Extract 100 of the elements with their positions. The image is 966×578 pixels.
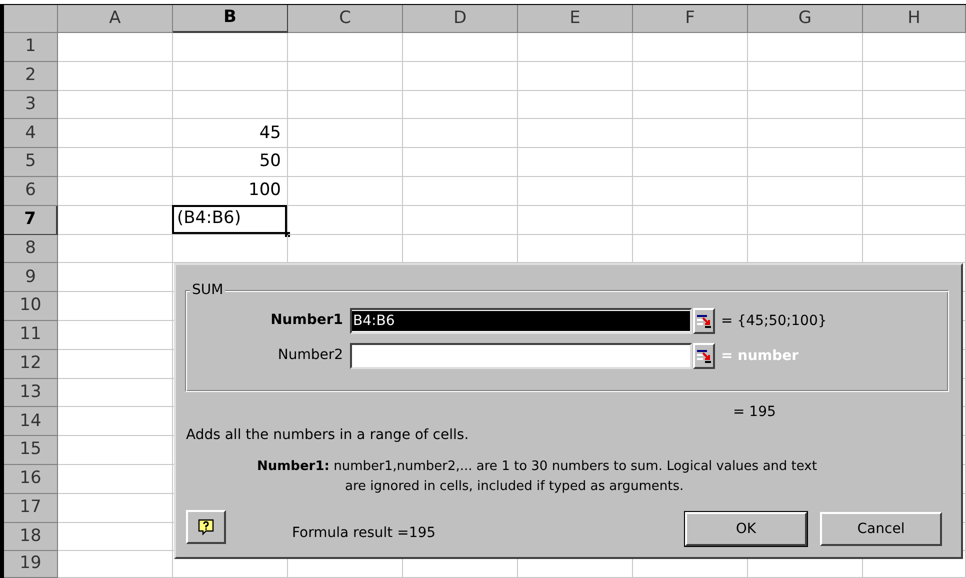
table-cell[interactable] — [863, 176, 966, 206]
row-header[interactable]: 15 — [4, 436, 58, 465]
table-cell[interactable] — [58, 320, 173, 350]
table-cell[interactable] — [518, 33, 633, 62]
table-cell[interactable] — [288, 62, 403, 91]
table-cell[interactable] — [863, 62, 966, 91]
row-header[interactable]: 1 — [4, 33, 58, 62]
row-header[interactable]: 10 — [4, 292, 58, 321]
row-header[interactable]: 11 — [4, 320, 58, 350]
table-cell[interactable] — [58, 62, 173, 91]
table-cell[interactable] — [633, 206, 748, 235]
argument-field[interactable]: B4:B6 — [350, 308, 692, 334]
table-cell[interactable] — [403, 62, 518, 91]
table-cell[interactable] — [288, 148, 403, 177]
column-header[interactable]: E — [518, 5, 633, 33]
cancel-button[interactable]: Cancel — [820, 512, 942, 546]
row-header[interactable]: 19 — [4, 551, 58, 578]
ok-button[interactable]: OK — [685, 512, 807, 546]
table-cell[interactable] — [58, 551, 173, 578]
table-cell[interactable] — [58, 33, 173, 62]
table-cell[interactable] — [58, 176, 173, 206]
table-cell[interactable] — [748, 33, 863, 62]
table-cell[interactable] — [58, 436, 173, 465]
column-header[interactable]: A — [58, 5, 173, 33]
table-cell[interactable] — [403, 90, 518, 120]
table-cell[interactable] — [403, 33, 518, 62]
table-cell[interactable] — [173, 33, 288, 62]
row-header[interactable]: 17 — [4, 494, 58, 523]
table-cell[interactable] — [518, 119, 633, 148]
table-cell[interactable] — [58, 90, 173, 120]
table-cell[interactable] — [288, 176, 403, 206]
table-cell[interactable]: (B4:B6) — [172, 204, 287, 234]
table-cell[interactable] — [58, 148, 173, 177]
table-cell[interactable] — [518, 148, 633, 177]
table-cell[interactable] — [748, 176, 863, 206]
help-button[interactable] — [186, 510, 226, 544]
table-cell[interactable] — [633, 33, 748, 62]
table-cell[interactable] — [748, 206, 863, 235]
table-cell[interactable] — [403, 148, 518, 177]
table-cell[interactable] — [173, 62, 288, 91]
table-cell[interactable] — [288, 206, 403, 235]
table-cell[interactable] — [518, 62, 633, 91]
table-cell[interactable] — [58, 234, 173, 264]
table-cell[interactable] — [863, 90, 966, 120]
table-cell[interactable] — [748, 62, 863, 91]
table-cell[interactable] — [863, 33, 966, 62]
select-all-corner[interactable] — [4, 5, 58, 33]
table-cell[interactable] — [518, 90, 633, 120]
row-header[interactable]: 12 — [4, 350, 58, 379]
range-picker-button[interactable] — [693, 308, 715, 334]
table-cell[interactable] — [633, 176, 748, 206]
table-cell[interactable] — [863, 206, 966, 235]
table-cell[interactable] — [403, 119, 518, 148]
row-header[interactable]: 4 — [4, 119, 58, 148]
table-cell[interactable] — [58, 464, 173, 494]
table-cell[interactable] — [58, 494, 173, 523]
column-header[interactable]: F — [633, 5, 748, 33]
range-picker-button[interactable] — [693, 343, 715, 369]
table-cell[interactable]: 45 — [173, 119, 287, 148]
table-cell[interactable] — [748, 90, 863, 120]
column-header[interactable]: D — [403, 5, 518, 33]
row-header[interactable]: 6 — [4, 176, 58, 206]
table-cell[interactable] — [58, 378, 173, 408]
table-cell[interactable] — [518, 176, 633, 206]
row-header[interactable]: 3 — [4, 90, 58, 120]
table-cell[interactable] — [633, 148, 748, 177]
row-header[interactable]: 8 — [4, 234, 58, 264]
row-header[interactable]: 13 — [4, 378, 58, 408]
table-cell[interactable] — [58, 263, 173, 292]
column-header[interactable]: B — [173, 5, 288, 33]
table-cell[interactable] — [748, 119, 863, 148]
row-header[interactable]: 2 — [4, 62, 58, 91]
table-cell[interactable] — [58, 292, 173, 321]
row-header[interactable]: 16 — [4, 464, 58, 494]
table-cell[interactable] — [863, 148, 966, 177]
table-cell[interactable]: 100 — [173, 176, 287, 205]
table-cell[interactable] — [518, 206, 633, 235]
row-header[interactable]: 18 — [4, 522, 58, 552]
table-cell[interactable] — [58, 119, 173, 148]
row-header[interactable]: 9 — [4, 263, 58, 292]
argument-field[interactable] — [350, 343, 692, 369]
table-cell[interactable] — [403, 176, 518, 206]
table-cell[interactable] — [58, 350, 173, 379]
table-cell[interactable] — [58, 522, 173, 552]
column-header[interactable]: C — [288, 5, 403, 33]
table-cell[interactable]: 50 — [173, 148, 287, 176]
table-cell[interactable] — [58, 407, 173, 436]
column-header[interactable]: G — [748, 5, 863, 33]
table-cell[interactable] — [863, 119, 966, 148]
table-cell[interactable] — [748, 148, 863, 177]
table-cell[interactable] — [288, 33, 403, 62]
row-header[interactable]: 5 — [4, 148, 58, 177]
table-cell[interactable] — [288, 119, 403, 148]
fill-handle[interactable] — [285, 232, 290, 237]
table-cell[interactable] — [633, 90, 748, 120]
column-header[interactable]: H — [863, 5, 966, 33]
table-cell[interactable] — [633, 62, 748, 91]
table-cell[interactable] — [633, 119, 748, 148]
row-header[interactable]: 14 — [4, 407, 58, 436]
table-cell[interactable] — [403, 206, 518, 235]
